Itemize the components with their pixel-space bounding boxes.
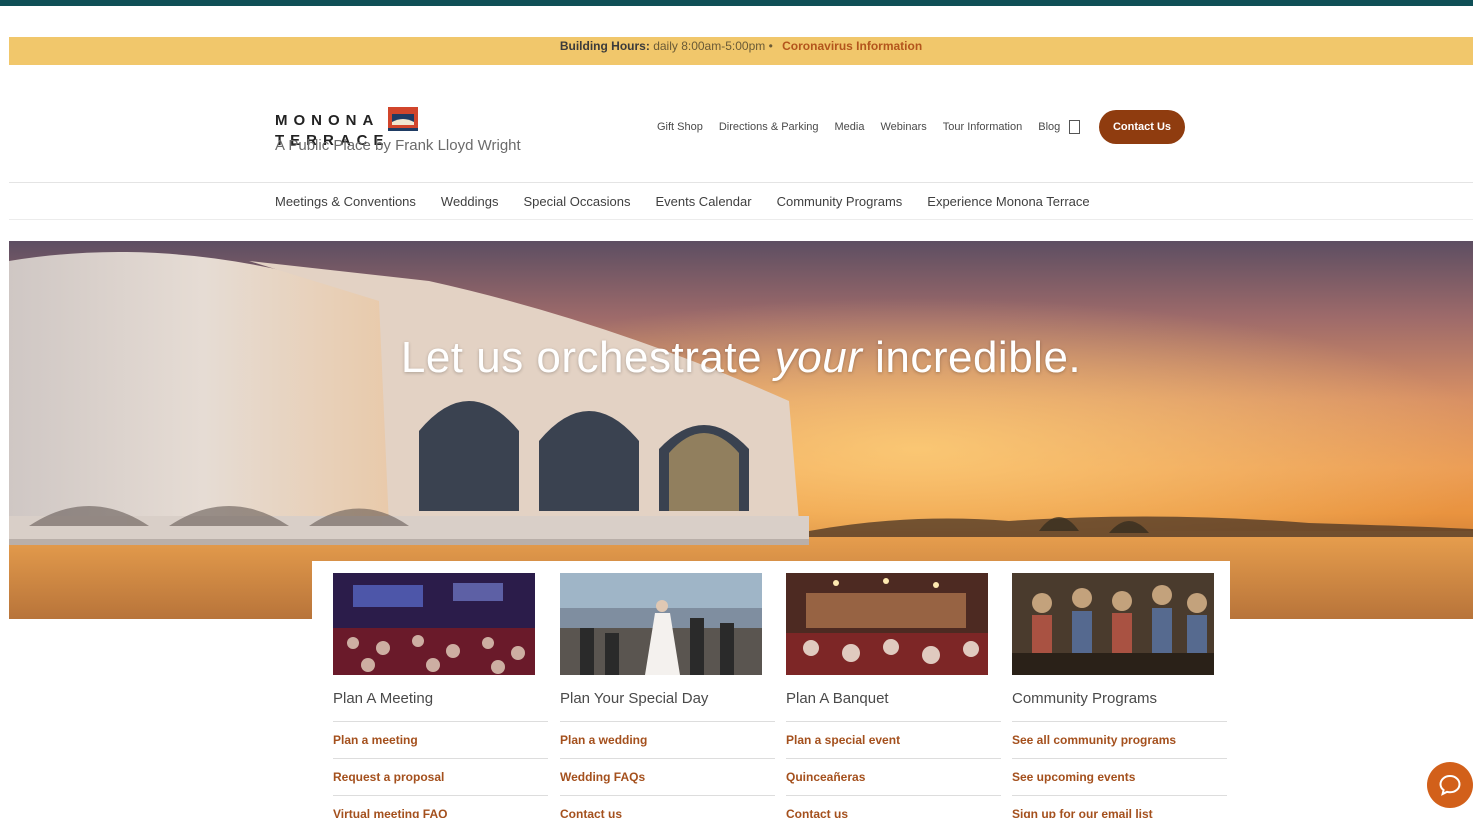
util-blog[interactable]: Blog [1038, 121, 1060, 133]
util-webinars[interactable]: Webinars [880, 121, 926, 133]
link-plan-special-event[interactable]: Plan a special event [786, 722, 1001, 759]
link-request-proposal[interactable]: Request a proposal [333, 759, 548, 796]
util-gift-shop[interactable]: Gift Shop [657, 121, 703, 133]
nav-meetings-conventions[interactable]: Meetings & Conventions [275, 194, 416, 209]
link-upcoming-events[interactable]: See upcoming events [1012, 759, 1227, 796]
card-title: Community Programs [1012, 690, 1227, 722]
link-quinceaneras[interactable]: Quinceañeras [786, 759, 1001, 796]
coronavirus-link[interactable]: Coronavirus Information [782, 39, 922, 53]
utility-nav: Gift Shop Directions & Parking Media Web… [657, 121, 1060, 133]
nav-weddings[interactable]: Weddings [441, 194, 499, 209]
hero-headline: Let us orchestrate your incredible. [400, 333, 1082, 382]
card-community-programs: Community Programs See all community pro… [1012, 573, 1227, 818]
nav-events-calendar[interactable]: Events Calendar [655, 194, 751, 209]
main-nav: Meetings & Conventions Weddings Special … [275, 194, 1090, 209]
util-media[interactable]: Media [835, 121, 865, 133]
card-special-day: Plan Your Special Day Plan a wedding Wed… [560, 573, 775, 818]
link-contact-us-wedding[interactable]: Contact us [560, 796, 775, 818]
card-plan-meeting: Plan A Meeting Plan a meeting Request a … [333, 573, 548, 818]
link-email-list[interactable]: Sign up for our email list [1012, 796, 1227, 818]
card-title: Plan Your Special Day [560, 690, 775, 722]
nav-special-occasions[interactable]: Special Occasions [524, 194, 631, 209]
site-logo[interactable]: MONONA TERRACE A Public Place by Frank L… [275, 100, 535, 162]
util-directions-parking[interactable]: Directions & Parking [719, 121, 819, 133]
hours-value: daily 8:00am-5:00pm • [653, 39, 773, 53]
top-stripe [0, 0, 1473, 6]
logo-tagline: A Public Place by Frank Lloyd Wright [275, 137, 521, 154]
util-tour-information[interactable]: Tour Information [943, 121, 1022, 133]
card-title: Plan A Meeting [333, 690, 548, 722]
card-image-banquet[interactable] [786, 573, 988, 675]
card-image-community[interactable] [1012, 573, 1214, 675]
logo-emblem-icon [387, 107, 418, 131]
chat-button[interactable] [1427, 762, 1473, 808]
hours-label: Building Hours: [559, 39, 650, 53]
link-wedding-faqs[interactable]: Wedding FAQs [560, 759, 775, 796]
card-image-meeting[interactable] [333, 573, 535, 675]
nav-community-programs[interactable]: Community Programs [777, 194, 903, 209]
link-all-community-programs[interactable]: See all community programs [1012, 722, 1227, 759]
chat-icon [1439, 774, 1461, 796]
card-image-wedding[interactable] [560, 573, 762, 675]
contact-us-button[interactable]: Contact Us [1099, 110, 1185, 144]
alert-bar: Building Hours: daily 8:00am-5:00pm • Co… [9, 37, 1473, 65]
card-plan-banquet: Plan A Banquet Plan a special event Quin… [786, 573, 1001, 818]
plan-cards: Plan A Meeting Plan a meeting Request a … [312, 561, 1230, 818]
header-divider [9, 182, 1473, 183]
link-plan-a-wedding[interactable]: Plan a wedding [560, 722, 775, 759]
nav-experience-monona-terrace[interactable]: Experience Monona Terrace [927, 194, 1089, 209]
search-icon[interactable] [1069, 120, 1080, 134]
link-virtual-meeting-faq[interactable]: Virtual meeting FAQ [333, 796, 548, 818]
link-plan-a-meeting[interactable]: Plan a meeting [333, 722, 548, 759]
link-contact-us-banquet[interactable]: Contact us [786, 796, 1001, 818]
nav-divider [9, 219, 1473, 220]
card-title: Plan A Banquet [786, 690, 1001, 722]
